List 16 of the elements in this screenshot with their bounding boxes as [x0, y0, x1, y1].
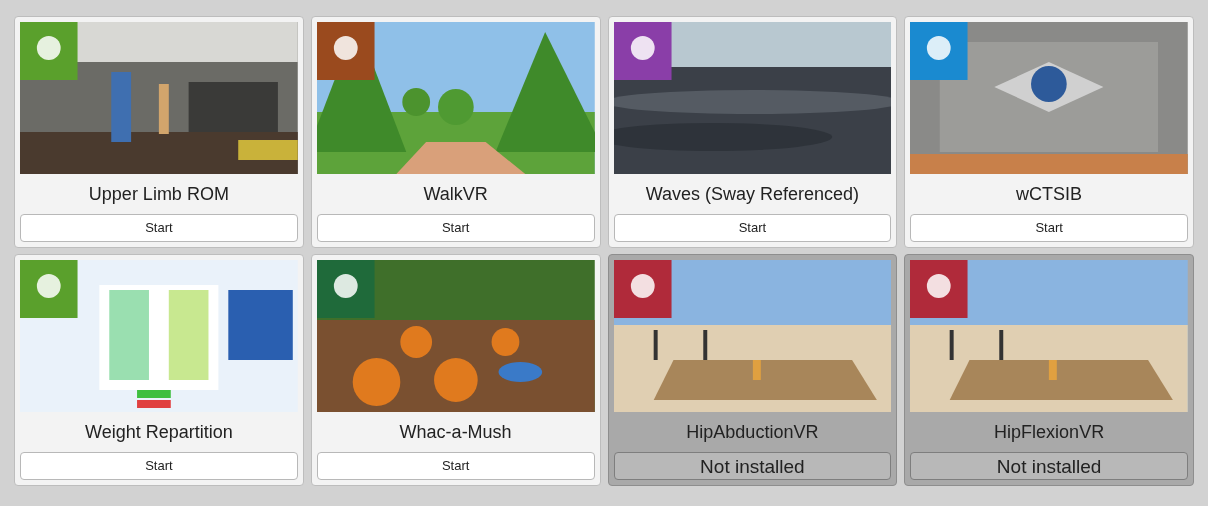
status-button[interactable]: Not installed: [613, 452, 892, 480]
start-button[interactable]: Start: [20, 214, 298, 242]
start-button[interactable]: Start: [316, 452, 595, 480]
game-title: HipAbductionVR: [685, 421, 820, 444]
game-title: Weight Repartition: [84, 421, 234, 444]
start-button[interactable]: Start: [20, 452, 298, 480]
start-button[interactable]: Start: [316, 214, 595, 242]
game-title: wCTSIB: [1015, 183, 1084, 206]
start-button[interactable]: Start: [613, 214, 892, 242]
game-title: Waves (Sway Referenced): [644, 183, 861, 206]
game-title: Whac-a-Mush: [398, 421, 513, 444]
status-button[interactable]: Not installed: [910, 452, 1188, 480]
start-button[interactable]: Start: [910, 214, 1188, 242]
game-title: Upper Limb ROM: [87, 183, 230, 206]
game-title: WalkVR: [422, 183, 489, 206]
game-title: HipFlexionVR: [993, 421, 1106, 444]
